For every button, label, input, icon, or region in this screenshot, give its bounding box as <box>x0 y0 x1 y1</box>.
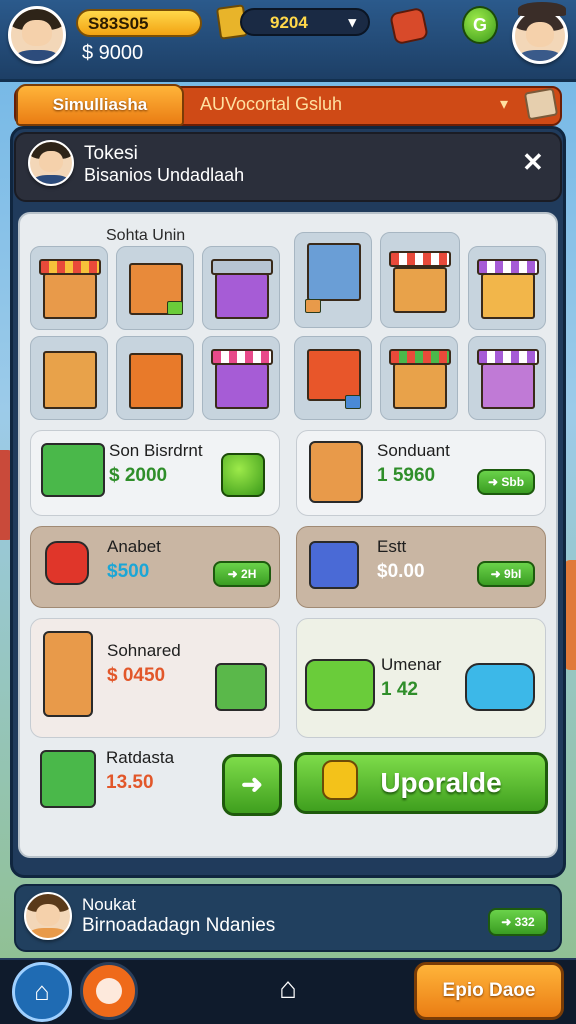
card-title: Sonduant <box>377 441 450 460</box>
cash-value: 9204 <box>270 13 308 32</box>
arrow-button[interactable]: ➜ <box>222 754 282 816</box>
shop-card[interactable]: Sonduant 1 5960 ➜ Sbb <box>296 430 546 516</box>
card-price: 1 5960 <box>377 465 436 486</box>
panel-avatar <box>28 140 74 186</box>
stall-tile[interactable] <box>116 336 194 420</box>
stall-tile[interactable] <box>116 246 194 330</box>
card-title: Sohnared <box>107 641 181 660</box>
card-price: 1 42 <box>381 679 418 700</box>
stall-tile[interactable] <box>294 336 372 420</box>
notification-button[interactable]: ➜ 332 <box>488 908 548 936</box>
stall-icon <box>43 631 93 717</box>
stall-tile[interactable] <box>380 336 458 420</box>
stall-tile[interactable] <box>202 246 280 330</box>
car-icon <box>465 663 535 711</box>
home-outline-icon[interactable]: ⌂ <box>270 972 306 1008</box>
close-icon[interactable]: ✕ <box>522 147 544 178</box>
card-title: Ratdasta <box>106 748 175 767</box>
stall-tile[interactable] <box>380 232 460 328</box>
money-balance: $ 9000 <box>82 42 144 64</box>
stall-tile[interactable] <box>294 232 372 328</box>
shop-card[interactable]: Sohnared $ 0450 <box>30 618 280 738</box>
home-icon[interactable]: ⌂ <box>12 962 72 1022</box>
card-title: Anabet <box>107 537 161 556</box>
barrel-icon <box>45 541 89 585</box>
stall-tile[interactable] <box>468 246 546 330</box>
hat-icon <box>518 2 566 16</box>
box-icon[interactable] <box>523 87 559 121</box>
stall-tile[interactable] <box>30 336 108 420</box>
stall-tile[interactable] <box>468 336 546 420</box>
chevron-down-icon[interactable]: ▾ <box>348 13 356 31</box>
notification-title: Noukat <box>82 895 136 914</box>
notification-avatar <box>24 892 72 940</box>
card-title: Estt <box>377 537 407 556</box>
cart-icon <box>215 663 267 711</box>
stall-tile[interactable] <box>30 246 108 330</box>
card-price: $ 2000 <box>109 465 168 486</box>
shop-card[interactable]: Son Bisrdrnt $ 2000 <box>30 430 280 516</box>
shop-card[interactable]: Estt $0.00 ➜ 9bI <box>296 526 546 608</box>
card-title: Son Bisrdrnt <box>109 441 203 460</box>
produce-icon <box>305 659 375 711</box>
grid-label: Sohta Unin <box>106 227 186 244</box>
bottom-action-button[interactable]: Epio Daoe <box>414 962 564 1020</box>
chevron-down-icon[interactable]: ▾ <box>500 94 508 114</box>
orange-action-icon[interactable] <box>80 962 138 1020</box>
card-title: Umenar <box>381 655 442 674</box>
buy-button[interactable]: ➜ Sbb <box>477 469 535 495</box>
buy-button[interactable]: ➜ 9bI <box>477 561 535 587</box>
card-price: $0.00 <box>377 561 425 582</box>
notification-subtitle: Birnoadadagn Ndanies <box>82 915 276 936</box>
buy-button[interactable]: ➜ 2H <box>213 561 271 587</box>
rival-avatar[interactable] <box>512 8 568 64</box>
cart-icon <box>40 750 96 808</box>
card-price: $500 <box>107 561 150 582</box>
truck-icon <box>41 443 105 497</box>
stall-tile[interactable] <box>202 336 280 420</box>
tab-simulation[interactable]: Simulliasha <box>16 84 184 126</box>
panel-subtitle: Bisanios Undadlaah <box>84 165 245 185</box>
shop-card[interactable]: Umenar 1 42 <box>296 618 546 738</box>
panel-title: Tokesi <box>84 143 138 164</box>
tab-title[interactable]: AUVocortal Gsluh <box>200 94 342 115</box>
coin-counter[interactable]: S83S05 <box>76 9 202 37</box>
player-avatar[interactable] <box>8 6 66 64</box>
gem-icon[interactable]: G <box>462 6 498 44</box>
cart-icon <box>309 441 363 503</box>
shop-card[interactable]: Anabet $500 ➜ 2H <box>30 526 280 608</box>
van-icon <box>309 541 359 589</box>
upgrade-icon <box>322 760 358 800</box>
cash-counter[interactable]: 9204 ▾ <box>240 8 370 36</box>
cube-icon[interactable] <box>221 453 265 497</box>
card-price: 13.50 <box>106 772 154 793</box>
card-price: $ 0450 <box>107 665 166 686</box>
